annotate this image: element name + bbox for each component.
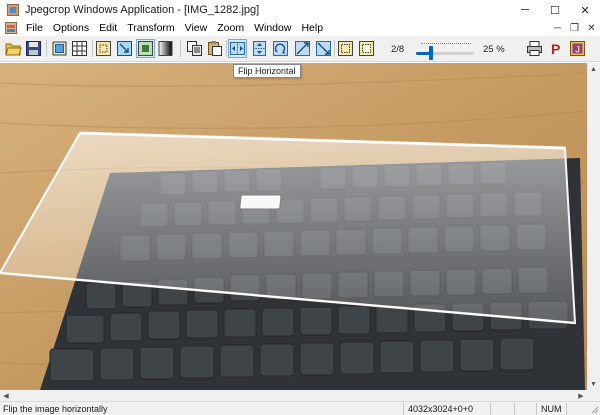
grayscale-icon (158, 41, 173, 56)
menu-help[interactable]: Help (296, 20, 328, 36)
flip-vertical-icon (253, 41, 266, 56)
save-button[interactable] (25, 40, 42, 57)
maximize-button[interactable]: ☐ (540, 0, 570, 20)
photo-keyboard-with-cover (0, 63, 587, 390)
crop-frame-icon (96, 41, 111, 56)
mdi-close-button[interactable]: ✕ (583, 20, 600, 36)
transpose-button[interactable] (294, 40, 311, 57)
page-indicator: 2/8 (391, 44, 405, 55)
scroll-right-icon[interactable]: ▶ (575, 390, 587, 401)
select-all-button[interactable] (337, 40, 354, 57)
jpeg-icon: J (570, 41, 585, 56)
crop-center-button[interactable] (136, 39, 155, 58)
crop-select-button[interactable] (51, 40, 68, 57)
deselect-icon (359, 41, 374, 56)
mdi-restore-button[interactable]: ❐ (566, 20, 583, 36)
crop-corner-icon (117, 41, 132, 56)
scroll-up-icon[interactable]: ▲ (587, 63, 600, 75)
print-icon (527, 41, 542, 56)
status-bar: Flip the image horizontally 4032x3024+0+… (0, 401, 600, 415)
document-icon[interactable] (5, 22, 17, 34)
toolbar: 2/8 25 % P J (0, 36, 600, 62)
jpeg-button[interactable]: J (569, 40, 586, 57)
menu-window[interactable]: Window (249, 20, 296, 36)
crop-center-icon (138, 41, 153, 56)
menu-view[interactable]: View (180, 20, 213, 36)
scroll-corner (587, 390, 600, 401)
flip-horizontal-button[interactable] (228, 39, 247, 58)
transverse-button[interactable] (315, 40, 332, 57)
copy-icon (187, 41, 202, 56)
resize-grip-icon[interactable] (590, 405, 599, 414)
title-bar: Jpegcrop Windows Application - [IMG_1282… (0, 0, 600, 20)
scroll-left-icon[interactable]: ◀ (0, 390, 12, 401)
status-message: Flip the image horizontally (3, 404, 108, 414)
menu-options[interactable]: Options (48, 20, 94, 36)
grid-icon (72, 41, 87, 56)
jpeg-letter: J (575, 45, 580, 55)
menu-bar: File Options Edit Transform View Zoom Wi… (0, 20, 600, 36)
menu-transform[interactable]: Transform (122, 20, 179, 36)
rotate-icon (273, 41, 288, 56)
flip-horizontal-icon (230, 42, 245, 55)
grayscale-button[interactable] (157, 40, 174, 57)
menu-edit[interactable]: Edit (94, 20, 122, 36)
transpose-icon (295, 41, 310, 56)
window-title: Jpegcrop Windows Application - [IMG_1282… (25, 4, 260, 16)
app-icon[interactable] (7, 4, 19, 16)
scroll-down-icon[interactable]: ▼ (587, 378, 600, 390)
select-all-icon (338, 41, 353, 56)
minimize-button[interactable]: ─ (510, 0, 540, 20)
crop-select-icon (52, 41, 67, 56)
copy-button[interactable] (186, 40, 203, 57)
crop-frame-button[interactable] (95, 40, 112, 57)
save-icon (26, 41, 41, 56)
properties-icon: P (551, 41, 560, 57)
tooltip: Flip Horizontal (233, 64, 301, 78)
num-lock-indicator: NUM (541, 404, 562, 414)
zoom-slider[interactable] (416, 42, 474, 60)
open-icon (5, 43, 22, 56)
open-button[interactable] (5, 40, 22, 57)
close-button[interactable]: ✕ (570, 0, 600, 20)
image-dimensions: 4032x3024+0+0 (408, 404, 474, 414)
menu-zoom[interactable]: Zoom (212, 20, 249, 36)
horizontal-scrollbar[interactable]: ◀ ▶ (0, 390, 587, 401)
mdi-minimize-button[interactable]: ─ (549, 20, 566, 36)
properties-button[interactable]: P (548, 40, 565, 57)
paste-icon (208, 41, 222, 56)
menu-file[interactable]: File (21, 20, 48, 36)
grid-button[interactable] (71, 40, 88, 57)
zoom-slider-thumb[interactable] (429, 46, 433, 60)
image-viewport[interactable] (0, 63, 587, 390)
flip-vertical-button[interactable] (251, 40, 268, 57)
crop-corner-button[interactable] (116, 40, 133, 57)
paste-button[interactable] (206, 40, 223, 57)
transverse-icon (316, 41, 331, 56)
vertical-scrollbar[interactable]: ▲ ▼ (587, 63, 600, 390)
properties-letter: P (551, 41, 560, 57)
deselect-button[interactable] (358, 40, 375, 57)
rotate-button[interactable] (272, 40, 289, 57)
zoom-level: 25 % (483, 44, 505, 55)
print-button[interactable] (526, 40, 543, 57)
